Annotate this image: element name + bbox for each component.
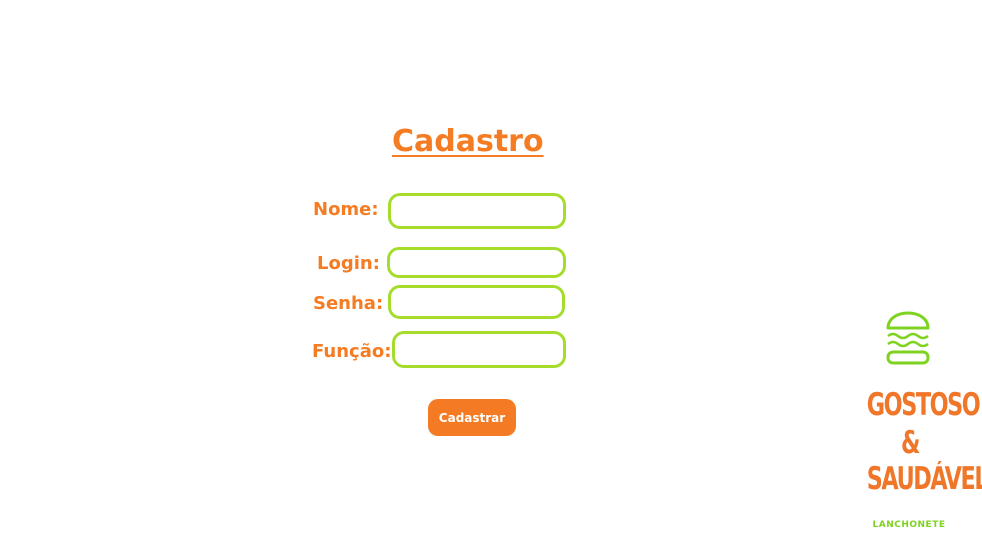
brand-subtitle: LANCHONETE xyxy=(872,520,946,530)
register-button[interactable]: Cadastrar xyxy=(428,399,516,436)
brand-logo: GOSTOSO & SAUDÁVEL LANCHONETE xyxy=(850,298,982,538)
brand-line-1: GOSTOSO xyxy=(866,387,981,423)
role-input[interactable] xyxy=(392,331,566,368)
brand-line-3: SAUDÁVEL xyxy=(866,461,982,497)
brand-line-2: & xyxy=(900,425,920,461)
login-label: Login: xyxy=(317,253,380,274)
page-title: Cadastro xyxy=(392,124,544,159)
role-label: Função: xyxy=(312,341,392,362)
name-input[interactable] xyxy=(388,193,566,229)
login-input[interactable] xyxy=(387,247,566,278)
burger-icon xyxy=(886,311,930,365)
password-label: Senha: xyxy=(313,293,384,314)
name-label: Nome: xyxy=(313,199,379,220)
password-input[interactable] xyxy=(388,285,565,319)
